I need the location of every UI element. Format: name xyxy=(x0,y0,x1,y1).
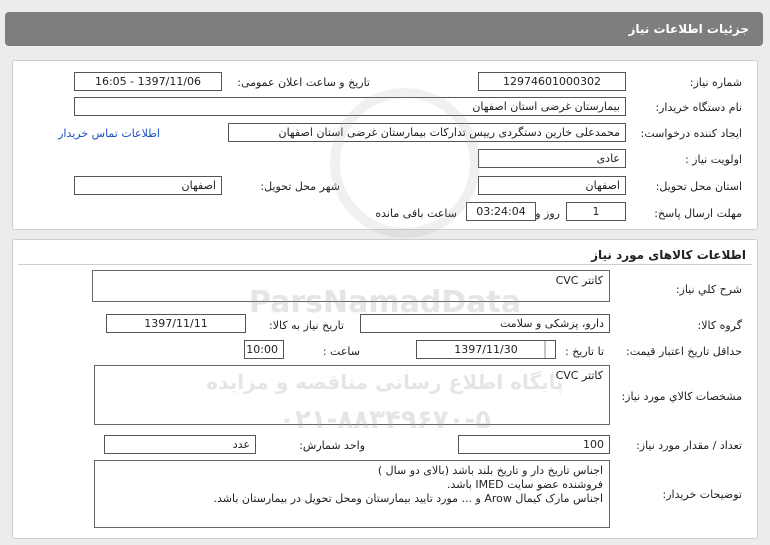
watermark-line2: ۰۲۱-۸۸۳۴۹۶۷۰-۵ xyxy=(278,405,491,435)
group-label: گروه کالا: xyxy=(697,319,742,332)
goods-section-title: اطلاعات کالاهای مورد نیاز xyxy=(591,248,746,262)
until-date-label: تا تاریخ : xyxy=(565,345,604,358)
creator-label: ایجاد کننده درخواست: xyxy=(640,127,742,140)
announce-field: 1397/11/06 - 16:05 xyxy=(74,72,222,91)
province-label: استان محل تحویل: xyxy=(655,180,742,193)
until-date-dropdown-icon[interactable] xyxy=(544,341,554,358)
need-number-field: 12974601000302 xyxy=(478,72,626,91)
goods-section-divider xyxy=(18,264,752,265)
until-date-field: 1397/11/30 xyxy=(416,340,556,359)
province-field: اصفهان xyxy=(478,176,626,195)
unit-field: عدد xyxy=(104,435,256,454)
deadline-label: مهلت ارسال پاسخ: xyxy=(654,207,742,220)
validity-label: حداقل تاریخ اعتبار قیمت: xyxy=(626,345,742,358)
days-word: روز و xyxy=(535,207,560,220)
city-field: اصفهان xyxy=(74,176,222,195)
buyer-label: نام دستگاه خریدار: xyxy=(655,101,742,114)
page-header: جزئیات اطلاعات نیاز xyxy=(5,12,763,46)
desc-field: اجناس تاریخ دار و تاریخ بلند باشد (بالای… xyxy=(94,460,610,528)
deadline-time-field: 03:24:04 xyxy=(466,202,536,221)
page-title: جزئیات اطلاعات نیاز xyxy=(628,22,749,36)
desc-label: توضیحات خریدار: xyxy=(662,488,743,501)
watermark-line1: پایگاه اطلاع رسانی مناقصه و مزایده xyxy=(206,370,564,394)
priority-label: اولویت نیاز : xyxy=(684,153,742,166)
hour-field: 10:00 xyxy=(244,340,284,359)
contact-buyer-link[interactable]: اطلاعات تماس خریدار xyxy=(58,127,160,140)
unit-label: واحد شمارش: xyxy=(299,439,365,452)
announce-label: تاریخ و ساعت اعلان عمومی: xyxy=(237,76,370,89)
city-label: شهر محل تحویل: xyxy=(260,180,340,193)
spec-label: مشخصات کالاي مورد نیاز: xyxy=(621,390,742,403)
need-date-label: تاریخ نیاز به کالا: xyxy=(269,319,344,332)
watermark-logo xyxy=(330,88,480,238)
qty-field: 100 xyxy=(458,435,610,454)
need-number-label: شماره نیاز: xyxy=(689,76,742,89)
summary-label: شرح کلي نیاز: xyxy=(675,283,742,296)
watermark-brand: ParsNamadData xyxy=(248,285,522,320)
priority-field: عادی xyxy=(478,149,626,168)
deadline-days-field: 1 xyxy=(566,202,626,221)
hour-label: ساعت : xyxy=(322,345,360,358)
qty-label: تعداد / مقدار مورد نیاز: xyxy=(636,439,742,452)
